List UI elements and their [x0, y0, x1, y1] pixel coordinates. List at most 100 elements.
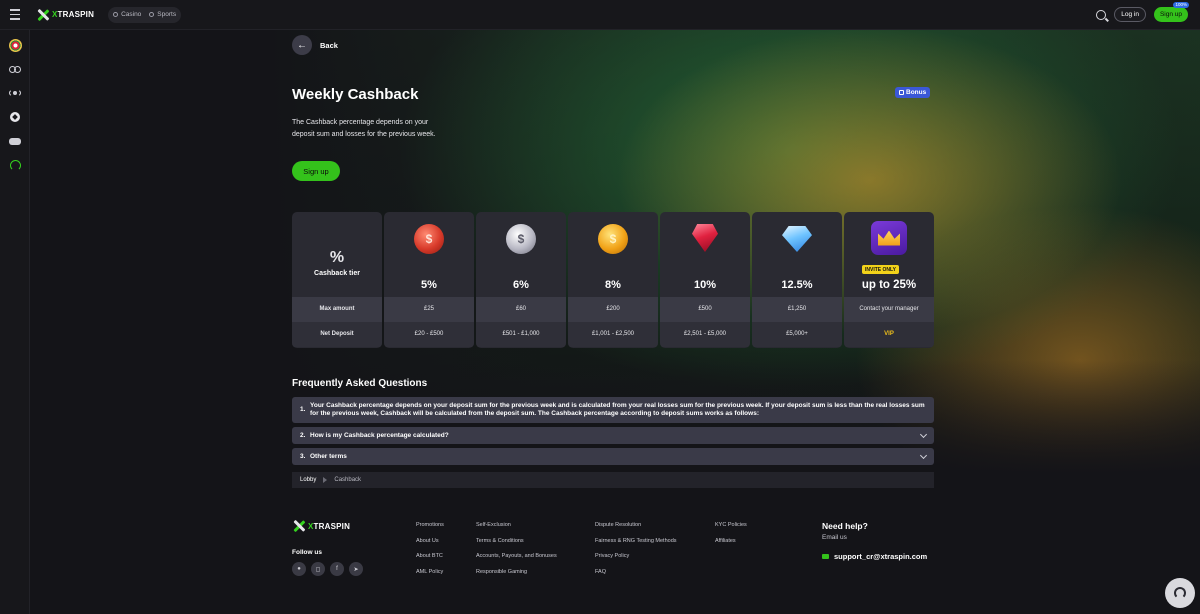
- faq-item-2[interactable]: 2. How is my Cashback percentage calcula…: [292, 427, 934, 444]
- red-coin-icon: $: [414, 224, 444, 254]
- tier-net-deposit: £501 - £1,000: [476, 322, 566, 347]
- telegram-icon[interactable]: ➤: [349, 562, 363, 576]
- menu-icon[interactable]: [0, 0, 30, 30]
- footer-column-1: Promotions About Us About BTC AML Policy: [416, 522, 444, 575]
- footer-link-affiliates[interactable]: Affiliates: [715, 538, 747, 544]
- help-subtitle: Email us: [822, 534, 847, 541]
- follow-us-label: Follow us: [292, 549, 322, 556]
- back-link[interactable]: ← Back: [292, 35, 338, 55]
- diamond-icon: [782, 226, 812, 252]
- sidebar-item-support[interactable]: [0, 153, 30, 177]
- logo-mark-icon: [36, 9, 50, 21]
- sidebar-item-live[interactable]: [0, 81, 30, 105]
- faq-item-1[interactable]: 1. Your Cashback percentage depends on y…: [292, 397, 934, 423]
- sidebar-item-cycling[interactable]: [0, 57, 30, 81]
- hero-description: The Cashback percentage depends on your …: [292, 119, 436, 138]
- faq-question-text: How is my Cashback percentage calculated…: [310, 432, 449, 439]
- footer-column-2: Self-Exclusion Terms & Conditions Accoun…: [476, 522, 557, 575]
- gamepad-icon: [9, 137, 21, 145]
- support-chat-button[interactable]: [1165, 578, 1195, 608]
- breadcrumb: Lobby Cashback: [292, 472, 934, 488]
- login-button[interactable]: Log in: [1114, 7, 1146, 22]
- tier-column-12-5: 12.5% £1,250 £5,000+: [752, 212, 842, 348]
- globe-icon[interactable]: ●: [292, 562, 306, 576]
- tier-max-amount: £500: [660, 297, 750, 322]
- gold-coin-icon: $: [598, 224, 628, 254]
- ruby-gem-icon: [692, 224, 718, 252]
- faq-item-3[interactable]: 3. Other terms: [292, 448, 934, 465]
- sidebar-item-roulette[interactable]: [0, 33, 30, 57]
- breadcrumb-current: Cashback: [334, 477, 362, 483]
- signup-button-hero[interactable]: Sign up: [292, 161, 340, 181]
- chevron-down-icon: [919, 430, 928, 438]
- mode-casino-label: Casino: [121, 11, 142, 18]
- instagram-icon[interactable]: ◻: [311, 562, 325, 576]
- faq-number: 2.: [300, 432, 306, 439]
- support-headset-icon: [9, 159, 21, 171]
- faq-number: 1.: [300, 405, 306, 413]
- tier-net-deposit: VIP: [844, 322, 934, 347]
- tier-percent: 10%: [693, 279, 717, 291]
- logo-mark-icon: [292, 520, 306, 532]
- footer-link-about-btc[interactable]: About BTC: [416, 553, 444, 559]
- footer-link-fairness-rng[interactable]: Fairness & RNG Testing Methods: [595, 538, 677, 544]
- search-icon[interactable]: [1096, 9, 1107, 20]
- top-right-actions: Log in Sign up 100%: [1096, 2, 1200, 22]
- tier-max-amount: £25: [384, 297, 474, 322]
- bonus-tag: Bonus: [895, 87, 931, 98]
- live-broadcast-icon: [9, 89, 21, 97]
- casino-icon: [113, 12, 119, 17]
- footer-link-self-exclusion[interactable]: Self-Exclusion: [476, 522, 557, 528]
- tier-percent: 8%: [605, 279, 621, 291]
- cashback-tiers-table: % Cashback tier Max amount Net Deposit $…: [292, 212, 934, 348]
- roulette-wheel-icon: [8, 38, 22, 52]
- tier-column-10: 10% £500 £2,501 - £5,000: [660, 212, 750, 348]
- logo-rest: TRASPIN: [313, 521, 351, 531]
- social-links: ● ◻ f ➤: [292, 562, 363, 576]
- footer-link-terms[interactable]: Terms & Conditions: [476, 538, 557, 544]
- mode-casino[interactable]: Casino: [113, 11, 141, 18]
- footer-link-accounts-payouts[interactable]: Accounts, Payouts, and Bonuses: [476, 553, 557, 559]
- facebook-icon[interactable]: f: [330, 562, 344, 576]
- faq-title: Frequently Asked Questions: [292, 378, 428, 389]
- logo-rest: TRASPIN: [57, 10, 95, 19]
- tier-column-5: $ 5% £25 £20 - £500: [384, 212, 474, 348]
- logo[interactable]: XTRASPIN: [36, 9, 94, 21]
- sidebar-item-football[interactable]: [0, 105, 30, 129]
- footer-column-4: KYC Policies Affiliates: [715, 522, 747, 544]
- tier-percent: up to 25%: [861, 279, 917, 291]
- chevron-down-icon: [919, 451, 928, 459]
- tier-max-amount: £1,250: [752, 297, 842, 322]
- support-email-link[interactable]: support_cr@xtraspin.com: [822, 552, 927, 561]
- percent-icon: %: [329, 248, 345, 266]
- bonus-tag-label: Bonus: [906, 89, 927, 96]
- footer-logo[interactable]: XTRASPIN: [292, 520, 350, 532]
- bonus-percent-badge: 100%: [1173, 2, 1189, 8]
- sidebar-item-games[interactable]: [0, 129, 30, 153]
- signup-button-top-label: Sign up: [1159, 11, 1182, 18]
- top-bar: XTRASPIN Casino Sports Log in Sign up 10…: [0, 0, 1200, 30]
- tier-percent: 6%: [513, 279, 529, 291]
- faq-question-text: Other terms: [310, 453, 347, 460]
- footer-link-dispute-resolution[interactable]: Dispute Resolution: [595, 522, 677, 528]
- footer-link-responsible-gaming[interactable]: Responsible Gaming: [476, 569, 557, 575]
- tier-net-deposit: £5,000+: [752, 322, 842, 347]
- footer-link-aml-policy[interactable]: AML Policy: [416, 569, 444, 575]
- mode-sports[interactable]: Sports: [149, 11, 176, 18]
- footer-link-privacy-policy[interactable]: Privacy Policy: [595, 553, 677, 559]
- football-icon: [10, 112, 20, 122]
- faq-number: 3.: [300, 453, 306, 460]
- breadcrumb-lobby[interactable]: Lobby: [300, 477, 316, 483]
- footer-link-about-us[interactable]: About Us: [416, 538, 444, 544]
- footer-column-3: Dispute Resolution Fairness & RNG Testin…: [595, 522, 677, 575]
- breadcrumb-separator-icon: [323, 477, 328, 483]
- footer-link-promotions[interactable]: Promotions: [416, 522, 444, 528]
- tier-column-6: $ 6% £60 £501 - £1,000: [476, 212, 566, 348]
- signup-button-top[interactable]: Sign up 100%: [1153, 2, 1189, 22]
- footer-link-kyc-policies[interactable]: KYC Policies: [715, 522, 747, 528]
- row-label-net-deposit: Net Deposit: [292, 322, 382, 347]
- tier-column-vip: INVITE ONLY up to 25% Contact your manag…: [844, 212, 934, 348]
- tier-net-deposit: £20 - £500: [384, 322, 474, 347]
- footer-link-faq[interactable]: FAQ: [595, 569, 677, 575]
- mode-switch: Casino Sports: [108, 6, 182, 23]
